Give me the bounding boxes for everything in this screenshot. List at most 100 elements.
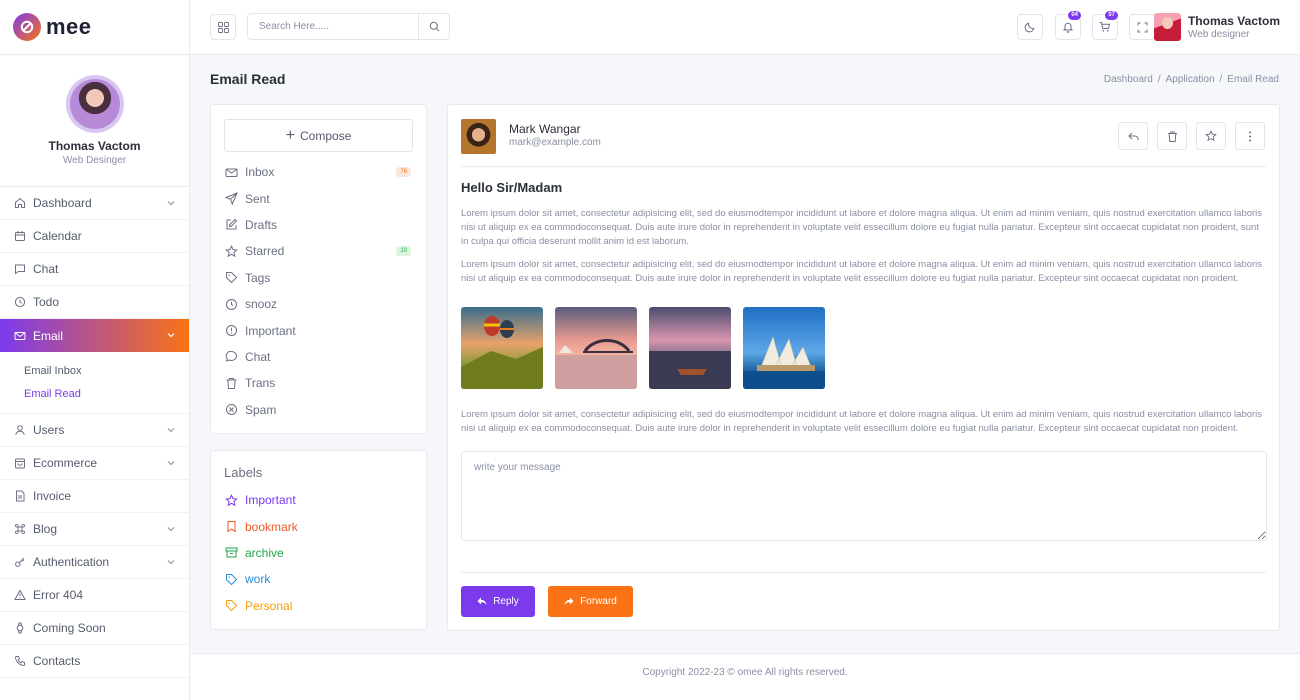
folder-label: Starred (245, 244, 285, 259)
sender-name: Mark Wangar (509, 122, 581, 136)
folder-snooz[interactable]: snooz (211, 291, 426, 317)
cart-button[interactable]: 07 (1092, 10, 1119, 40)
header-user[interactable]: Thomas Vactom Web designer (1153, 13, 1280, 41)
reply-icon (477, 597, 487, 606)
sender-avatar (461, 119, 496, 154)
folder-trans[interactable]: Trans (211, 370, 426, 396)
message-input[interactable] (462, 452, 1266, 540)
balloons-picture (461, 316, 543, 389)
trash-icon (1167, 131, 1177, 142)
reply-action-button[interactable] (1118, 122, 1148, 150)
divider (461, 166, 1266, 167)
folder-drafts[interactable]: Drafts (211, 212, 426, 238)
folder-chat[interactable]: Chat (211, 344, 426, 370)
profile-role: Web Desinger (62, 155, 127, 166)
sidebar-item-authentication[interactable]: Authentication (0, 546, 189, 579)
sidebar-item-coming-soon[interactable]: Coming Soon (0, 612, 189, 645)
folder-label: Spam (245, 402, 277, 417)
label-important[interactable]: Important (211, 487, 426, 513)
folder-starred[interactable]: Starred 10 (211, 238, 426, 264)
forward-button[interactable]: Forward (548, 586, 633, 617)
label-personal[interactable]: Personal (211, 593, 426, 619)
profile-name: Thomas Vactom (48, 139, 141, 153)
attachment-image-bridge[interactable] (555, 307, 637, 389)
attachment-image-boat[interactable] (649, 307, 731, 389)
breadcrumb-current: Email Read (1227, 74, 1279, 85)
breadcrumb-application[interactable]: Application (1166, 74, 1215, 85)
sidebar-menu: Dashboard Calendar Chat Todo Email Email… (0, 187, 189, 678)
folder-tags[interactable]: Tags (211, 265, 426, 291)
attachment-image-opera-house[interactable] (743, 307, 825, 389)
sidebar-item-email[interactable]: Email (0, 319, 189, 352)
edit-icon (226, 219, 238, 230)
sidebar-item-chat[interactable]: Chat (0, 253, 189, 286)
reply-button[interactable]: Reply (461, 586, 535, 617)
breadcrumb-dashboard[interactable]: Dashboard (1104, 74, 1153, 85)
trash-icon (226, 377, 237, 389)
chat-icon (15, 264, 25, 275)
search-button[interactable] (418, 14, 449, 39)
label-text: work (245, 572, 271, 587)
avatar[interactable] (65, 75, 124, 133)
sidebar-item-label: Error 404 (33, 588, 84, 602)
folder-label: Inbox (245, 165, 275, 180)
star-icon (225, 493, 238, 506)
forward-label: Forward (580, 596, 617, 607)
folder-label: Trans (245, 376, 276, 391)
sidebar-item-error-404[interactable]: Error 404 (0, 579, 189, 612)
sidebar-item-label: Authentication (33, 555, 110, 569)
label-work[interactable]: work (211, 566, 426, 592)
clock-icon (14, 296, 26, 308)
sidebar-item-dashboard[interactable]: Dashboard (0, 187, 189, 220)
submenu-item-email-inbox[interactable]: Email Inbox (24, 360, 189, 383)
attachment-gallery (461, 307, 837, 389)
message-box (461, 451, 1267, 541)
delete-action-button[interactable] (1157, 122, 1187, 150)
sidebar-item-blog[interactable]: Blog (0, 513, 189, 546)
sidebar-item-invoice[interactable]: Invoice (0, 480, 189, 513)
notification-badge: 04 (1067, 10, 1082, 21)
sidebar-item-calendar[interactable]: Calendar (0, 220, 189, 253)
tag-icon (226, 272, 238, 284)
chevron-down-icon (167, 333, 175, 338)
sidebar-item-ecommerce[interactable]: Ecommerce (0, 447, 189, 480)
more-options-button[interactable] (1235, 122, 1265, 150)
search-input[interactable] (248, 14, 418, 39)
moon-icon (1024, 22, 1035, 33)
maximize-icon (1137, 22, 1147, 32)
folder-sent[interactable]: Sent (211, 185, 426, 211)
top-header: 04 07 Thomas Vactom Web designer (190, 0, 1300, 55)
folder-inbox[interactable]: Inbox 76 (211, 159, 426, 185)
dark-mode-toggle[interactable] (1017, 14, 1043, 40)
logo[interactable]: mee (0, 0, 189, 55)
sidebar-item-contacts[interactable]: Contacts (0, 645, 189, 678)
attachment-image-balloons[interactable] (461, 307, 543, 389)
archive-icon (225, 547, 238, 558)
star-action-button[interactable] (1196, 122, 1226, 150)
header-user-name: Thomas Vactom (1187, 14, 1280, 28)
label-bookmark[interactable]: bookmark (211, 513, 426, 539)
folder-important[interactable]: Important (211, 317, 426, 343)
search-icon (429, 21, 439, 32)
bridge-picture (555, 339, 637, 389)
compose-button[interactable]: + Compose (224, 119, 413, 152)
x-circle-icon (226, 404, 237, 416)
cart-icon (1099, 22, 1111, 32)
label-text: Personal (245, 598, 293, 613)
apps-grid-button[interactable] (210, 14, 236, 40)
fullscreen-button[interactable] (1129, 14, 1155, 40)
email-paragraph-2: Lorem ipsum dolor sit amet, consectetur … (461, 259, 1263, 285)
sidebar-item-users[interactable]: Users (0, 414, 189, 447)
folder-spam[interactable]: Spam (211, 397, 426, 423)
labels-panel: Labels Important bookmark archive work P… (210, 450, 427, 630)
forward-icon (564, 597, 574, 606)
submenu-item-email-read[interactable]: Email Read (24, 383, 189, 406)
sidebar-item-todo[interactable]: Todo (0, 286, 189, 319)
search-bar (247, 13, 450, 40)
chevron-down-icon (167, 461, 175, 466)
label-text: bookmark (245, 519, 298, 534)
email-sender: Mark Wangar mark@example.com (461, 119, 601, 154)
folder-label: snooz (245, 297, 278, 312)
label-archive[interactable]: archive (211, 540, 426, 566)
notifications-button[interactable]: 04 (1055, 10, 1082, 40)
